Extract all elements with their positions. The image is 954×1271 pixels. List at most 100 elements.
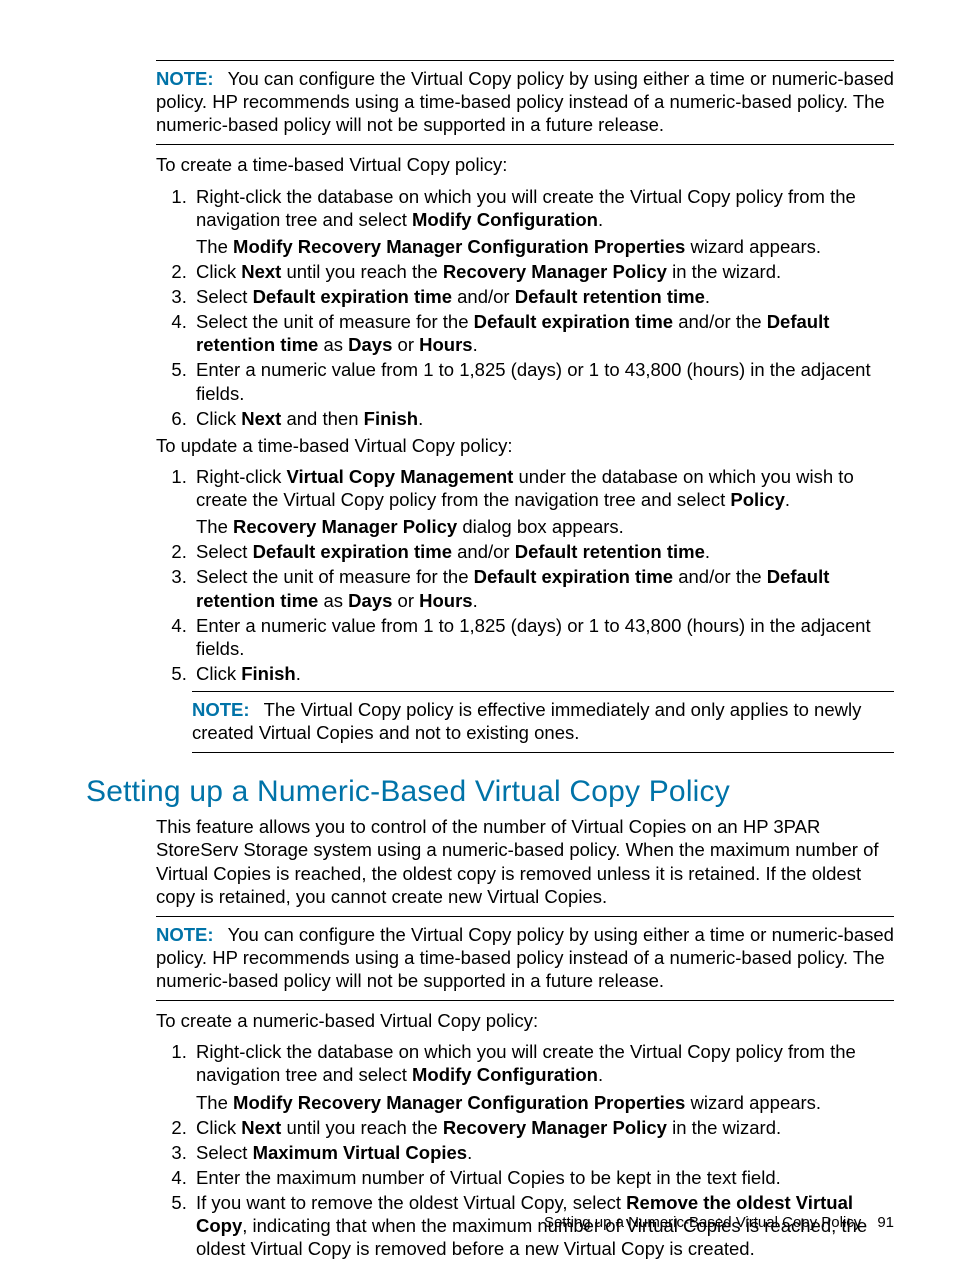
step-text: Click [196,261,241,282]
ui-term: Next [241,261,281,282]
step-text: Right-click [196,466,286,487]
ui-term: Default expiration time [253,286,452,307]
ui-term: Hours [419,590,472,611]
step-text: . [785,489,790,510]
step: Click Next and then Finish. [192,407,894,430]
ui-term: Maximum Virtual Copies [253,1142,468,1163]
step: Right-click the database on which you wi… [192,185,894,258]
step-text: and/or the [673,311,767,332]
step-text: as [318,590,348,611]
step-result: The Modify Recovery Manager Configuratio… [196,235,894,258]
step: Enter a numeric value from 1 to 1,825 (d… [192,614,894,660]
step-text: Click [196,408,241,429]
intro-create-time: To create a time-based Virtual Copy poli… [156,153,894,176]
step-text: in the wizard. [667,1117,781,1138]
step: Enter the maximum number of Virtual Copi… [192,1166,894,1189]
section-intro: This feature allows you to control of th… [156,815,894,908]
note-label: NOTE: [156,924,214,945]
step: Select the unit of measure for the Defau… [192,310,894,356]
step-text: Enter a numeric value from 1 to 1,825 (d… [196,615,871,659]
step-text: . [467,1142,472,1163]
step-text: . [473,590,478,611]
ui-term: Policy [730,489,785,510]
page-footer: Setting up a Numeric-Based Virtual Copy … [544,1214,894,1231]
step-text: . [705,541,710,562]
step-text: . [598,1064,603,1085]
ui-term: Default retention time [515,541,705,562]
step-text: Enter a numeric value from 1 to 1,825 (d… [196,359,871,403]
ui-term: Default retention time [515,286,705,307]
ui-term: Modify Configuration [412,1064,598,1085]
step: Select Default expiration time and/or De… [192,285,894,308]
note-text: You can configure the Virtual Copy polic… [156,68,894,135]
ui-term: Default expiration time [253,541,452,562]
result-text: wizard appears. [685,236,821,257]
result-text: dialog box appears. [457,516,624,537]
ui-term: Finish [364,408,418,429]
note-text: The Virtual Copy policy is effective imm… [192,699,861,743]
note-label: NOTE: [156,68,214,89]
step: Select Maximum Virtual Copies. [192,1141,894,1164]
ui-term: Days [348,334,392,355]
step-text: . [296,663,301,684]
ui-term: Hours [419,334,472,355]
step: Enter a numeric value from 1 to 1,825 (d… [192,358,894,404]
ui-term: Modify Recovery Manager Configuration Pr… [233,1092,685,1113]
ui-term: Default expiration time [474,311,673,332]
step-text: . [705,286,710,307]
page-number: 91 [877,1214,894,1231]
step-text: Select [196,286,253,307]
step-text: or [392,334,419,355]
document-page: NOTE:You can configure the Virtual Copy … [0,0,954,1271]
result-text: The [196,516,233,537]
step-text: Select [196,541,253,562]
ui-term: Modify Recovery Manager Configuration Pr… [233,236,685,257]
step-text: and/or [452,541,515,562]
note-box-2: NOTE:The Virtual Copy policy is effectiv… [192,691,894,753]
footer-title: Setting up a Numeric-Based Virtual Copy … [544,1214,861,1231]
step: Right-click the database on which you wi… [192,1040,894,1113]
note-box-3: NOTE:You can configure the Virtual Copy … [156,916,894,1001]
procedure-create-time: Right-click the database on which you wi… [156,185,894,430]
result-text: The [196,236,233,257]
ui-term: Days [348,590,392,611]
step: Click Finish. [192,662,894,685]
ui-term: Next [241,408,281,429]
ui-term: Virtual Copy Management [286,466,513,487]
step-text: Select the unit of measure for the [196,566,474,587]
step-text: Select [196,1142,253,1163]
ui-term: Modify Configuration [412,209,598,230]
result-text: wizard appears. [685,1092,821,1113]
step-text: and/or the [673,566,767,587]
intro-create-numeric: To create a numeric-based Virtual Copy p… [156,1009,894,1032]
step-text: Click [196,663,241,684]
note-wrapper: NOTE:The Virtual Copy policy is effectiv… [192,691,894,753]
note-text: You can configure the Virtual Copy polic… [156,924,894,991]
content-column: This feature allows you to control of th… [156,815,894,1260]
step-text: and then [281,408,363,429]
intro-update-time: To update a time-based Virtual Copy poli… [156,434,894,457]
step-text: . [598,209,603,230]
note-label: NOTE: [192,699,250,720]
step-text: Click [196,1117,241,1138]
ui-term: Next [241,1117,281,1138]
content-column: NOTE:You can configure the Virtual Copy … [156,60,894,753]
step-text: and/or [452,286,515,307]
step: Select the unit of measure for the Defau… [192,565,894,611]
step-result: The Modify Recovery Manager Configuratio… [196,1091,894,1114]
step-text: until you reach the [281,1117,442,1138]
section-heading: Setting up a Numeric-Based Virtual Copy … [86,775,894,809]
step-text: or [392,590,419,611]
step-text: until you reach the [281,261,442,282]
step-text: Select the unit of measure for the [196,311,474,332]
ui-term: Recovery Manager Policy [443,1117,667,1138]
step-text: . [473,334,478,355]
step-text: . [418,408,423,429]
procedure-update-time: Right-click Virtual Copy Management unde… [156,465,894,685]
step-result: The Recovery Manager Policy dialog box a… [196,515,894,538]
step-text: as [318,334,348,355]
ui-term: Recovery Manager Policy [233,516,457,537]
note-box-1: NOTE:You can configure the Virtual Copy … [156,60,894,145]
step: Select Default expiration time and/or De… [192,540,894,563]
step: Right-click Virtual Copy Management unde… [192,465,894,538]
